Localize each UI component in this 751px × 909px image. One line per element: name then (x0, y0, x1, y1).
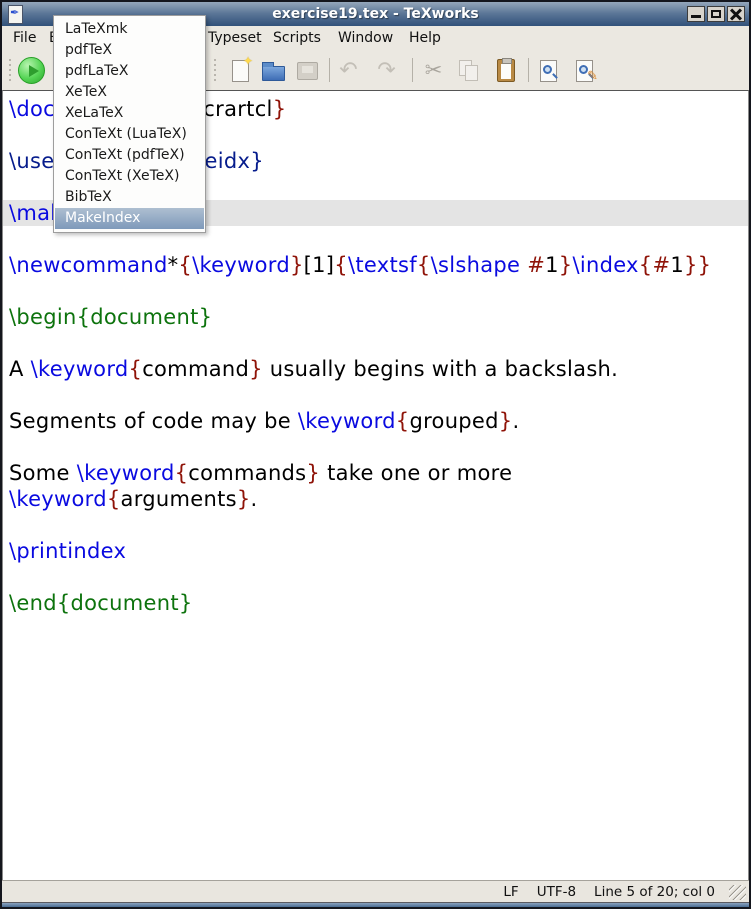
editor-line: \end{document} (3, 590, 748, 616)
typeset-run-button[interactable] (18, 57, 45, 84)
window-bottom-frame (2, 902, 749, 907)
menu-typeset[interactable]: Typeset (205, 29, 265, 47)
editor-line: Some \keyword{commands} take one or more (3, 460, 748, 486)
typeset-menu-item[interactable]: XeLaTeX (55, 103, 204, 124)
minimize-button[interactable] (687, 6, 705, 22)
typeset-menu-item[interactable]: pdfTeX (55, 40, 204, 61)
typeset-menu-item[interactable]: ConTeXt (LuaTeX) (55, 124, 204, 145)
toolbar-separator (329, 58, 330, 82)
maximize-button[interactable] (707, 6, 725, 22)
editor-line: \begin{document} (3, 304, 748, 330)
new-document-button[interactable]: ✦ (227, 57, 254, 84)
typeset-menu-item[interactable]: ConTeXt (XeTeX) (55, 166, 204, 187)
new-star-icon: ✦ (243, 54, 253, 68)
save-icon (297, 62, 318, 80)
magnifier-icon (543, 65, 552, 74)
editor-line (3, 434, 748, 460)
cut-button[interactable]: ✂ (420, 57, 447, 84)
toolbar-drag-handle[interactable] (8, 59, 13, 81)
copy-icon (459, 60, 481, 82)
pencil-icon: ✎ (587, 69, 598, 84)
play-icon (18, 57, 45, 84)
typeset-menu-item[interactable]: pdfLaTeX (55, 61, 204, 82)
toolbar-separator (528, 58, 529, 82)
replace-icon: ✎ (576, 60, 593, 82)
line-ending-indicator: LF (503, 884, 518, 900)
status-bar: LF UTF-8 Line 5 of 20; col 0 (2, 880, 749, 902)
typeset-menu-item[interactable]: LaTeXmk (55, 19, 204, 40)
menu-file[interactable]: File (10, 29, 39, 47)
editor-line: \newcommand*{\keyword}[1]{\textsf{\slsha… (3, 252, 748, 278)
editor-line: \printindex (3, 538, 748, 564)
copy-button[interactable] (456, 57, 483, 84)
redo-icon: ↷ (377, 60, 395, 82)
editor-line (3, 278, 748, 304)
editor-line: \keyword{arguments}. (3, 486, 748, 512)
new-file-icon: ✦ (232, 60, 249, 82)
editor-line (3, 564, 748, 590)
undo-icon: ↶ (339, 60, 357, 82)
maximize-icon (711, 10, 721, 18)
resize-grip[interactable] (729, 885, 746, 900)
menu-window[interactable]: Window (335, 29, 396, 47)
menu-scripts[interactable]: Scripts (270, 29, 324, 47)
scissors-icon: ✂ (425, 60, 443, 81)
cursor-position-indicator: Line 5 of 20; col 0 (594, 884, 715, 900)
redo-button[interactable]: ↷ (373, 57, 400, 84)
editor-line (3, 330, 748, 356)
typeset-engine-menu: LaTeXmkpdfTeXpdfLaTeXXeTeXXeLaTeXConTeXt… (53, 15, 206, 233)
close-button[interactable] (727, 6, 745, 22)
replace-button[interactable]: ✎ (571, 57, 598, 84)
editor-line (3, 512, 748, 538)
texworks-window: ✒ exercise19.tex - TeXworks FileETypeset… (0, 0, 751, 909)
editor-line: Segments of code may be \keyword{grouped… (3, 408, 748, 434)
find-icon (540, 60, 557, 82)
minimize-icon (691, 15, 701, 18)
save-button[interactable] (294, 57, 321, 84)
typeset-menu-item[interactable]: ConTeXt (pdfTeX) (55, 145, 204, 166)
undo-button[interactable]: ↶ (335, 57, 362, 84)
open-folder-icon (262, 66, 285, 81)
clipboard-icon (497, 59, 515, 82)
editor-line (3, 382, 748, 408)
typeset-menu-item[interactable]: XeTeX (55, 82, 204, 103)
find-button[interactable] (535, 57, 562, 84)
encoding-indicator: UTF-8 (537, 884, 576, 900)
editor-line: A \keyword{command} usually begins with … (3, 356, 748, 382)
toolbar-separator (412, 58, 413, 82)
toolbar-drag-handle[interactable] (213, 59, 218, 81)
typeset-menu-item[interactable]: MakeIndex (55, 208, 204, 229)
menu-help[interactable]: Help (406, 29, 444, 47)
open-button[interactable] (260, 57, 287, 84)
paste-button[interactable] (492, 57, 519, 84)
typeset-menu-item[interactable]: BibTeX (55, 187, 204, 208)
